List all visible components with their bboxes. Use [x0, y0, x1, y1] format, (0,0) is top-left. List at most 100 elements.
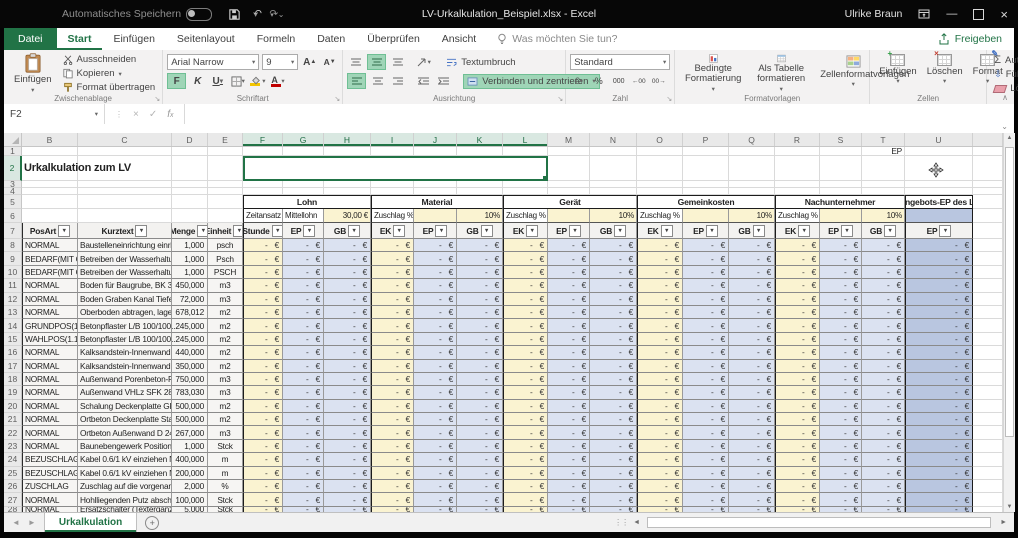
cell-F8[interactable]: - €	[243, 239, 283, 253]
cell-R2[interactable]	[775, 156, 820, 181]
share-button[interactable]: Freigeben	[938, 28, 1014, 50]
cell-C21[interactable]: Ortbeton Deckenplatte Stahlbet	[78, 413, 172, 427]
filter-dropdown-icon[interactable]: ▾	[348, 224, 361, 237]
cell-S24[interactable]: - €	[820, 453, 862, 467]
col-header-N[interactable]: N	[590, 133, 637, 146]
cell-Q26[interactable]: - €	[729, 480, 775, 494]
cell-L12[interactable]: - €	[503, 292, 548, 306]
param-cell-I6[interactable]: Zuschlag %	[371, 209, 414, 223]
tab-datei[interactable]: Datei	[4, 28, 57, 50]
cell-R22[interactable]: - €	[775, 426, 820, 440]
cell-M3[interactable]	[548, 181, 590, 188]
scroll-right-icon[interactable]: ►	[997, 519, 1010, 526]
row-header-26[interactable]: 26	[4, 480, 22, 494]
autosave-toggle[interactable]: Automatisches Speichern	[62, 7, 213, 21]
save-icon[interactable]	[228, 8, 241, 21]
col-header-L[interactable]: L	[503, 133, 548, 146]
cell-P25[interactable]: - €	[683, 466, 729, 481]
cell-H16[interactable]: - €	[324, 346, 371, 360]
cell-T16[interactable]: - €	[862, 346, 905, 360]
font-size-select[interactable]: 9 ▾	[262, 54, 299, 70]
cell-N1[interactable]	[590, 147, 637, 156]
cell-H18[interactable]: - €	[324, 372, 371, 387]
cell-I22[interactable]: - €	[371, 426, 414, 440]
cell-S21[interactable]: - €	[820, 413, 862, 427]
cell-P8[interactable]: - €	[683, 239, 729, 253]
cell-S22[interactable]: - €	[820, 426, 862, 440]
filter-header-E7[interactable]: Einheit▾	[208, 223, 243, 239]
cut-button[interactable]: Ausschneiden	[60, 53, 159, 66]
cell-E14[interactable]: m2	[208, 319, 243, 333]
cell-P24[interactable]: - €	[683, 453, 729, 467]
cell-V24[interactable]	[973, 453, 1003, 467]
cell-C3[interactable]	[78, 181, 172, 188]
param-cell-R6[interactable]: Zuschlag %	[775, 209, 820, 223]
cell-I26[interactable]: - €	[371, 480, 414, 494]
cell-E3[interactable]	[208, 181, 243, 188]
cell-L22[interactable]: - €	[503, 426, 548, 440]
align-bottom-icon[interactable]	[389, 55, 406, 69]
dialog-launcher-icon[interactable]: ↘	[334, 95, 340, 103]
cell-T14[interactable]: - €	[862, 319, 905, 333]
cell-M15[interactable]: - €	[548, 332, 590, 347]
cell-U20[interactable]: - €	[905, 399, 973, 414]
cell-T4[interactable]	[862, 188, 905, 195]
insert-function-icon[interactable]: fx	[167, 109, 173, 120]
cell-T19[interactable]: - €	[862, 386, 905, 400]
cell-C27[interactable]: Hohlliegenden Putz abschlagen	[78, 493, 172, 507]
vertical-scroll-thumb[interactable]	[1005, 147, 1014, 437]
filter-header-K7[interactable]: GB ▾	[457, 223, 503, 239]
cell-E15[interactable]: m2	[208, 332, 243, 347]
prev-sheet-icon[interactable]: ◄	[12, 518, 20, 527]
cell-B27[interactable]: NORMAL	[22, 493, 78, 507]
cell-G3[interactable]	[283, 181, 324, 188]
cell-E12[interactable]: m3	[208, 292, 243, 306]
cell-R15[interactable]: - €	[775, 332, 820, 347]
cell-L15[interactable]: - €	[503, 332, 548, 347]
fill-handle[interactable]	[542, 175, 546, 179]
cell-L17[interactable]: - €	[503, 359, 548, 373]
cell-U16[interactable]: - €	[905, 346, 973, 360]
cell-N2[interactable]	[590, 156, 637, 181]
cell-I20[interactable]: - €	[371, 399, 414, 414]
param-cell-K6[interactable]: 10%	[457, 209, 503, 223]
cell-G24[interactable]: - €	[283, 453, 324, 467]
filter-header-H7[interactable]: GB ▾	[324, 223, 371, 239]
cell-D10[interactable]: 1,000	[172, 265, 208, 280]
cell-Q24[interactable]: - €	[729, 453, 775, 467]
cell-L13[interactable]: - €	[503, 305, 548, 320]
filter-header-J7[interactable]: EP ▾	[414, 223, 457, 239]
cell-U21[interactable]: - €	[905, 413, 973, 427]
cell-V6[interactable]	[973, 209, 1003, 223]
cell-E18[interactable]: m3	[208, 372, 243, 387]
cell-M21[interactable]: - €	[548, 413, 590, 427]
cell-H14[interactable]: - €	[324, 319, 371, 333]
cell-F10[interactable]: - €	[243, 265, 283, 280]
cell-O25[interactable]: - €	[637, 466, 683, 481]
cell-J10[interactable]: - €	[414, 265, 457, 280]
cell-V10[interactable]	[973, 265, 1003, 280]
cell-E5[interactable]	[208, 195, 243, 209]
insert-cells-button[interactable]: + Einfügen ▾	[874, 49, 922, 94]
cell-O8[interactable]: - €	[637, 239, 683, 253]
cell-S25[interactable]: - €	[820, 466, 862, 481]
cell-P13[interactable]: - €	[683, 305, 729, 320]
cell-R16[interactable]: - €	[775, 346, 820, 360]
cell-D1[interactable]	[172, 147, 208, 156]
cell-P10[interactable]: - €	[683, 265, 729, 280]
cell-C10[interactable]: Betreiben der Wasserhaltungsar	[78, 265, 172, 280]
cell-I8[interactable]: - €	[371, 239, 414, 253]
cell-D6[interactable]	[172, 209, 208, 223]
filter-header-Q7[interactable]: GB ▾	[729, 223, 775, 239]
cell-F12[interactable]: - €	[243, 292, 283, 306]
cell-K1[interactable]	[457, 147, 503, 156]
cell-I24[interactable]: - €	[371, 453, 414, 467]
param-cell-O6[interactable]: Zuschlag %	[637, 209, 683, 223]
cell-Q1[interactable]	[729, 147, 775, 156]
cell-B25[interactable]: BEZUSCHLAGEN	[22, 466, 78, 481]
cell-T15[interactable]: - €	[862, 332, 905, 347]
cell-I13[interactable]: - €	[371, 305, 414, 320]
cell-M26[interactable]: - €	[548, 480, 590, 494]
font-color-button[interactable]: A ▾	[269, 74, 286, 88]
cell-C6[interactable]	[78, 209, 172, 223]
